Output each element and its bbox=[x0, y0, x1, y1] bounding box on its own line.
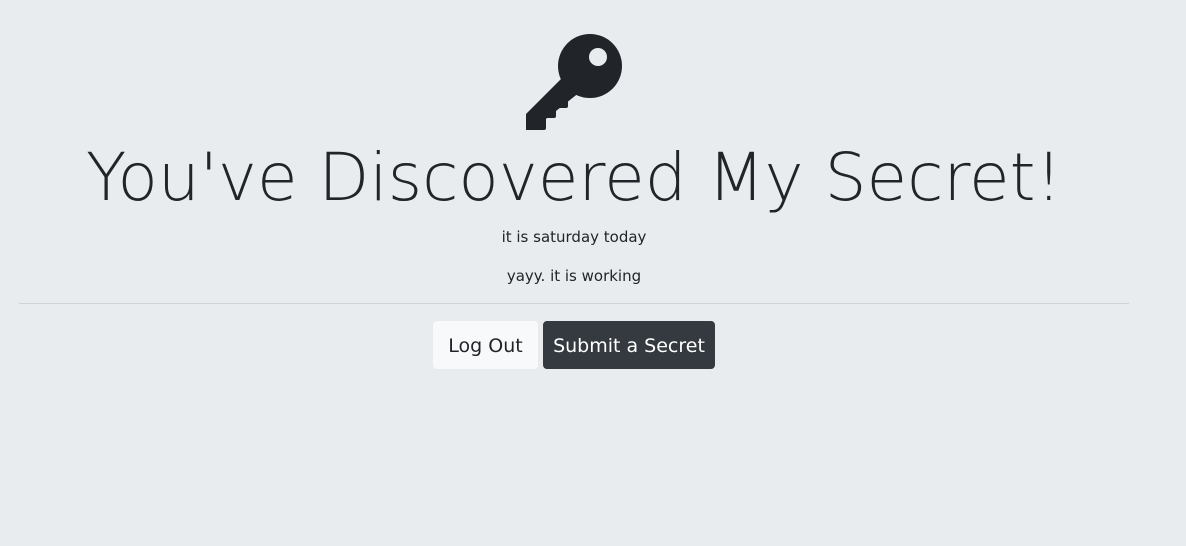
page-title: You've Discovered My Secret! bbox=[86, 139, 1062, 216]
divider bbox=[19, 303, 1129, 304]
logout-button[interactable]: Log Out bbox=[433, 321, 538, 369]
secret-text: it is saturday today bbox=[501, 228, 647, 246]
key-icon bbox=[524, 32, 624, 132]
submit-secret-button[interactable]: Submit a Secret bbox=[543, 321, 715, 369]
secrets-jumbotron: You've Discovered My Secret! it is satur… bbox=[0, 0, 1186, 546]
secret-text: yayy. it is working bbox=[506, 267, 642, 285]
